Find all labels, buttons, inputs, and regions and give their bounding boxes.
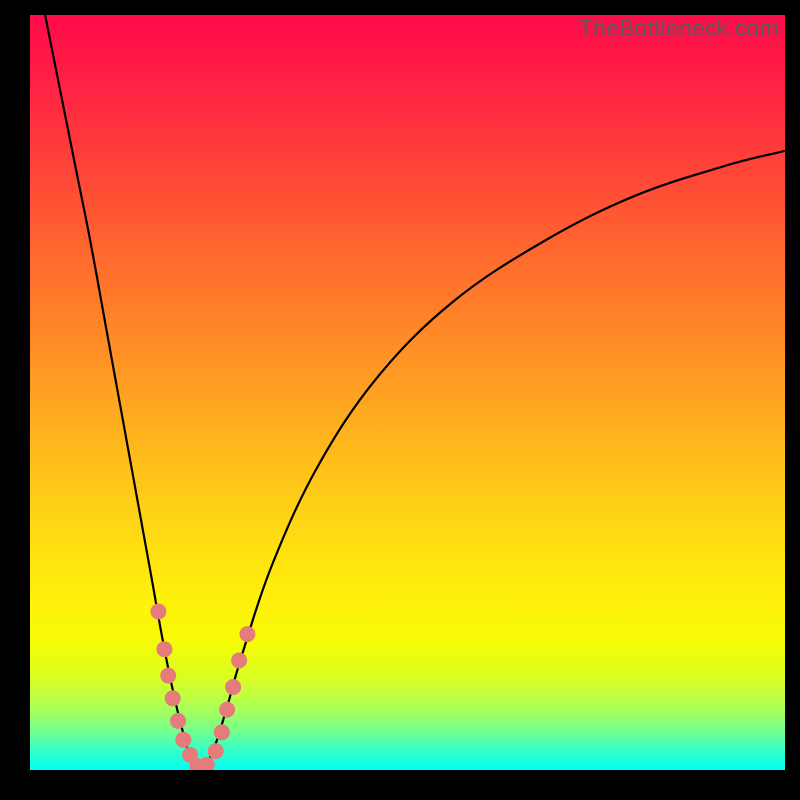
data-marker — [231, 653, 247, 669]
data-marker — [175, 732, 191, 748]
chart-svg — [30, 15, 785, 770]
data-marker — [239, 626, 255, 642]
data-marker — [214, 724, 230, 740]
data-marker — [219, 702, 235, 718]
data-marker — [199, 757, 215, 770]
data-marker — [160, 668, 176, 684]
data-marker — [165, 690, 181, 706]
data-marker — [170, 713, 186, 729]
data-marker — [156, 641, 172, 657]
data-marker — [150, 604, 166, 620]
chart-frame: TheBottleneck.com — [0, 0, 800, 800]
data-marker — [208, 743, 224, 759]
bottleneck-curve — [45, 15, 785, 770]
markers-group — [150, 604, 255, 771]
plot-area: TheBottleneck.com — [30, 15, 785, 770]
data-marker — [225, 679, 241, 695]
